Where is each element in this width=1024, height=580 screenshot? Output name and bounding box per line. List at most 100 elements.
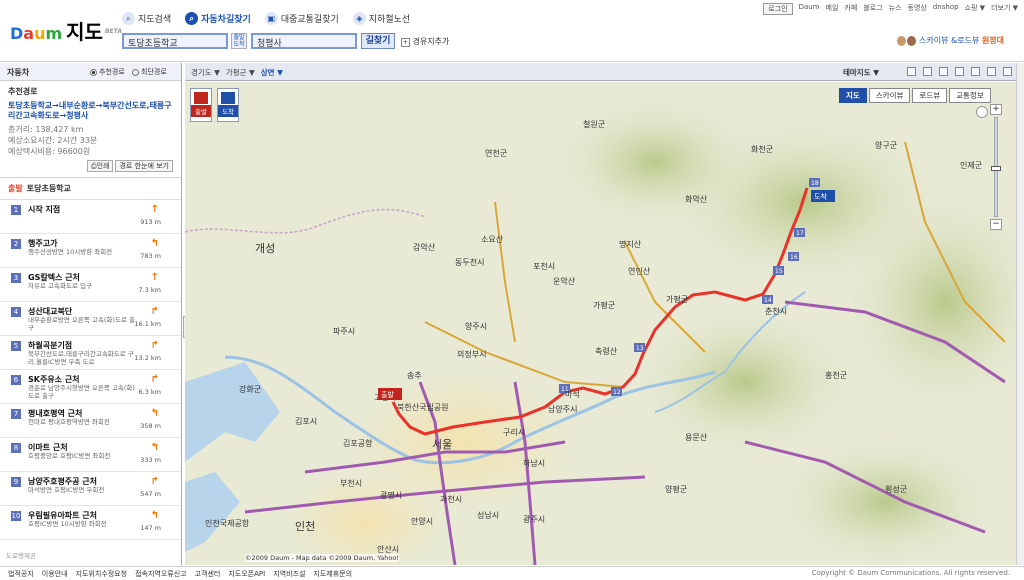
map-type-skyview[interactable]: 스카이뷰 [868,88,911,103]
map-type-roadview[interactable]: 로드뷰 [912,88,948,103]
total-time: 예상소요시간: 2시간 33분 [8,136,98,145]
origin-input[interactable]: 토당초등학교 [122,33,228,49]
footer-link[interactable]: 접속지역오류신고 [135,569,187,579]
route-step[interactable]: 5 하월곡분기점 북부간선도로,태릉구리간고속화도로 구리,월릉IC방면 우측 도로… [0,336,181,370]
route-step[interactable]: 8 이마트 근처 호평중앙로 호평IC방면 좌회전 ↰ 333 m [0,438,181,472]
route-sidebar: 자동차 추천경로 최단경로 추천경로 토당초등학교→내부순환로→북부간선도로,태… [0,63,182,565]
start-marker-label: 출발 [381,390,394,399]
start-flag-button[interactable]: 출발 [190,88,212,122]
turn-arrow-icon: ↱ [150,476,159,487]
end-flag-button[interactable]: 도착 [217,88,239,122]
step-number: 6 [11,375,21,385]
fullscreen-icon[interactable] [1003,67,1012,76]
start-marker[interactable]: 출발 [378,388,402,400]
find-route-button[interactable]: 길찾기 [361,33,395,49]
summary-heading: 추천경로 [8,87,38,96]
crumb-province[interactable]: 경기도 ▼ [191,67,220,78]
end-marker[interactable]: 도착 [811,190,835,202]
map-canvas[interactable]: 11 12 13 14 15 16 17 18 연천군 철원군 화천군 양구군 … [185,82,1016,565]
top-link[interactable]: 카페 [844,3,857,15]
footer-link[interactable]: 고객센터 [195,569,221,579]
print-button[interactable]: ⎙인쇄 [86,160,114,172]
option-shortest[interactable]: 최단경로 [132,67,167,77]
svg-text:18: 18 [811,180,819,187]
route-overview-button[interactable]: 경로 한눈에 보기 [115,160,173,172]
theme-map-dropdown[interactable]: 테마지도 ▼ [843,67,879,78]
place-label: 김포시 [295,416,317,426]
route-step[interactable]: 4 성산대교북단 내부순환로방면 오른쪽 고속(화)도로 출구 ↱ 16.1 km [0,302,181,336]
start-flag-label: 출발 [191,105,211,117]
footer-copyright: Copyright © Daum Communications. All rig… [811,569,1010,577]
step-description: 경춘로 남양주시청방면 오른쪽 고속(화)도로 출구 [28,384,135,400]
swap-route-button[interactable]: 출발 도착 [231,33,247,49]
mail-icon[interactable] [939,67,948,76]
zoom-handle[interactable] [991,166,1001,171]
share-icon[interactable] [955,67,964,76]
top-link[interactable]: 쇼핑 ▼ [965,3,986,15]
footer-link[interactable]: 지도오픈API [228,569,265,579]
top-link[interactable]: 메일 [826,3,839,15]
place-label: 철원군 [583,119,605,129]
place-label: 가평군 [666,294,688,304]
tab-subway[interactable]: ◈ 지하철노선 [352,12,410,25]
footer-link[interactable]: 지도제휴문의 [313,569,352,579]
page-scrollbar[interactable] [1016,63,1024,565]
add-waypoint-button[interactable]: + 경유지추가 [401,36,449,47]
login-link[interactable]: 로그인 [763,3,793,15]
crumb-town[interactable]: 상면 ▼ [261,67,283,78]
summary-buttons: ⎙인쇄 경로 한눈에 보기 [8,160,173,172]
footer-link[interactable]: 지도위치수정요청 [76,569,128,579]
place-label: 인천국제공항 [205,518,250,528]
step-title: 시작 지점 [28,205,61,214]
tab-transit-route[interactable]: ▣ 대중교통길찾기 [264,12,339,25]
route-step[interactable]: 10 우림필유아파트 근처 호평IC방면 10시방향 좌회전 ↰ 147 m [0,506,181,540]
measure-icon[interactable] [971,67,980,76]
route-step[interactable]: 2 행주고가 행주산성방면 10시방향 좌회전 ↰ 783 m [0,234,181,268]
flag-icon [221,92,235,104]
sidebar-footer: 도로명제공 [6,550,36,560]
turn-arrow-icon: ↰ [150,408,159,419]
place-label: 파주시 [333,327,355,336]
route-step[interactable]: 1 시작 지점 ↑ 913 m [0,200,181,234]
step-number: 5 [11,341,21,351]
step-number: 1 [11,205,21,215]
map-type-traffic[interactable]: 교통정보 [949,88,991,103]
footer-link[interactable]: 이용안내 [42,569,68,579]
destination-input[interactable]: 청평사 [251,33,357,49]
user-promo[interactable]: 스카이뷰 &로드뷰 원정대 [896,35,1004,46]
top-link[interactable]: Daum [799,3,820,15]
option-recommended[interactable]: 추천경로 [90,67,125,77]
route-step[interactable]: 9 남양주호평주공 근처 마석방면 호평IC방면 우회전 ↱ 547 m [0,472,181,506]
pan-control[interactable] [976,106,988,118]
mountain-area [545,92,765,232]
crumb-county[interactable]: 가평군 ▼ [226,67,255,78]
print-icon[interactable] [907,67,916,76]
zoom-in-button[interactable]: + [990,104,1002,115]
start-point[interactable]: 출발 토당초등학교 [0,178,181,200]
footer-link[interactable]: 지역비즈설 [273,569,305,579]
top-link[interactable]: 더보기 ▼ [991,3,1018,15]
save-icon[interactable] [923,67,932,76]
route-step[interactable]: 7 평내호평역 근처 천마로 평내호평역방면 좌회전 ↰ 358 m [0,404,181,438]
place-label: 송추 [407,371,422,380]
top-link[interactable]: 동영상 [908,3,927,15]
step-distance: 6.3 km [138,388,162,396]
top-link[interactable]: dnshop [933,3,959,15]
top-link[interactable]: 뉴스 [889,3,902,15]
top-link[interactable]: 블로그 [863,3,882,15]
zoom-slider[interactable] [991,117,1001,217]
area-icon[interactable] [987,67,996,76]
zoom-out-button[interactable]: − [990,219,1002,230]
place-label: 홍천군 [825,370,847,380]
daum-map-logo[interactable]: Daum 지도 BETA [10,16,122,45]
route-text[interactable]: 토당초등학교→내부순환로→북부간선도로,태릉구리간고속화도로→청평사 [8,101,173,121]
route-step[interactable]: 6 SK주유소 근처 경춘로 남양주시청방면 오른쪽 고속(화)도로 출구 ↱ 6.3 … [0,370,181,404]
route-step[interactable]: 3 GS칼텍스 근처 자유로 고속화도로 입구 ↑ 7.3 km [0,268,181,302]
tab-map-search[interactable]: ⌕ 지도검색 [122,12,171,25]
tab-car-route[interactable]: ⌕ 자동차길찾기 [185,12,251,25]
footer-link[interactable]: 법적공지 [8,569,34,579]
place-label: 축령산 [595,346,618,356]
place-label: 동두천시 [455,257,484,267]
map-type-map[interactable]: 지도 [839,88,867,103]
end-marker-label: 도착 [814,193,827,201]
